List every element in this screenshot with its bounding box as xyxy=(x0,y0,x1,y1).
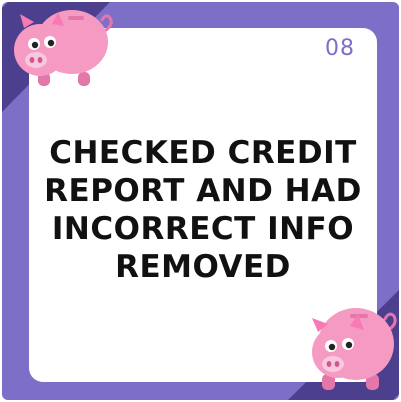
piggy-bank-icon-bottom-right xyxy=(312,308,397,390)
tip-card: 08 CHECKED CREDIT REPORT AND HAD INCORRE… xyxy=(0,0,401,402)
